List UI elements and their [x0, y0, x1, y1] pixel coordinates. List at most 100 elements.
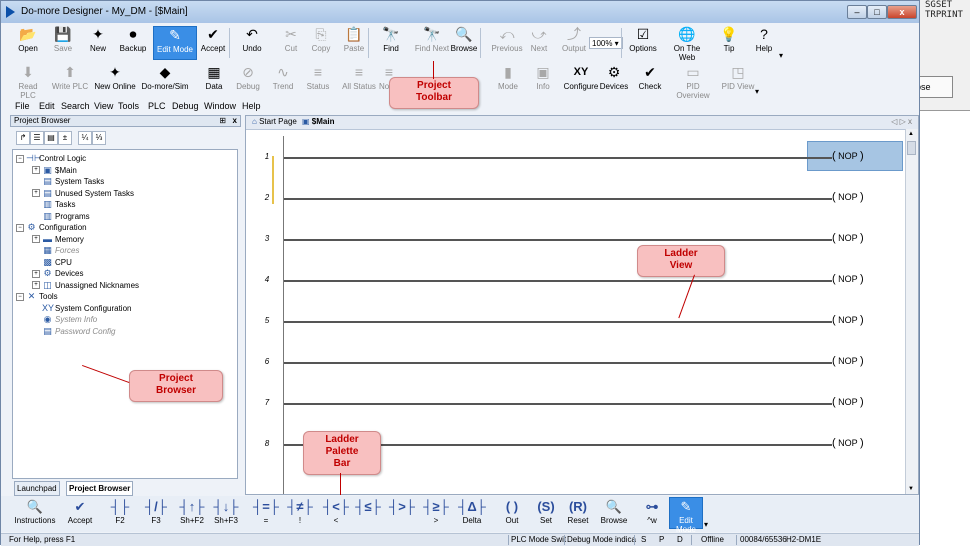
expand-icon[interactable]: +: [32, 281, 40, 290]
close-button[interactable]: x: [887, 5, 917, 19]
menu-tools[interactable]: Tools: [118, 101, 139, 111]
palette-button-0[interactable]: 🔍 Instructions: [13, 498, 57, 525]
toolbar-button-12[interactable]: 🔍 Browse: [447, 26, 481, 60]
close-icon[interactable]: x: [233, 116, 237, 125]
toolbar-button-3[interactable]: ⏺ Backup: [116, 26, 150, 60]
palette-button-14[interactable]: (S) Set: [529, 498, 563, 525]
palette-button-4[interactable]: ┤↑├ Sh+F2: [175, 498, 209, 525]
menu-file[interactable]: File: [15, 101, 30, 111]
palette-button-16[interactable]: 🔍 Browse: [597, 498, 631, 525]
pin-icon[interactable]: ⊞: [219, 116, 226, 125]
plc-toolbar-button-7[interactable]: ≡ Status: [301, 64, 335, 96]
tree-item[interactable]: + ⚙ Devices: [32, 268, 83, 279]
tree-item[interactable]: ▩ CPU: [32, 257, 72, 268]
collapse-icon[interactable]: −: [16, 154, 24, 163]
tree-item[interactable]: + ◫ Unassigned Nicknames: [32, 280, 139, 291]
nop-instruction[interactable]: ( NOP ): [832, 314, 864, 326]
palette-button-15[interactable]: (R) Reset: [561, 498, 595, 525]
plc-toolbar-button-0[interactable]: ⬇ Read PLC: [11, 64, 45, 100]
tree-item[interactable]: + ▣ $Main: [32, 165, 77, 176]
tab-main[interactable]: ▣ $Main: [302, 117, 334, 126]
toolbar-button-1[interactable]: 💾 Save: [46, 26, 80, 60]
toolbar-button-9[interactable]: 📋 Paste: [337, 26, 371, 60]
menu-debug[interactable]: Debug: [172, 101, 199, 111]
menu-edit[interactable]: Edit: [39, 101, 55, 111]
plc-toolbar-button-5[interactable]: ⊘ Debug: [231, 64, 265, 96]
menu-help[interactable]: Help: [242, 101, 261, 111]
minimize-button[interactable]: –: [847, 5, 867, 19]
tab-launchpad[interactable]: Launchpad: [14, 481, 60, 496]
toolbar-button-6[interactable]: ↶ Undo: [235, 26, 269, 60]
browser-tool-0[interactable]: ↱: [16, 131, 30, 145]
scroll-down-icon[interactable]: ▼: [908, 486, 914, 492]
plc-toolbar-button-3[interactable]: ◆ Do-more/Sim: [141, 64, 189, 96]
tab-project-browser[interactable]: Project Browser: [66, 481, 134, 496]
palette-chevron-icon[interactable]: ▾: [704, 520, 708, 529]
toolbar-button-5[interactable]: ✔ Accept: [196, 26, 230, 60]
browser-tool-2[interactable]: ▤: [44, 131, 58, 145]
browser-tool-1[interactable]: ☰: [30, 131, 44, 145]
toolbar-button-18[interactable]: 💡 Tip: [712, 26, 746, 60]
nop-instruction[interactable]: ( NOP ): [832, 191, 864, 203]
menu-window[interactable]: Window: [204, 101, 236, 111]
collapse-icon[interactable]: −: [16, 223, 24, 232]
tree-item[interactable]: ◉ System Info: [32, 314, 98, 325]
menu-search[interactable]: Search: [61, 101, 90, 111]
tree-item[interactable]: − ✕ Tools: [16, 291, 58, 302]
nop-instruction[interactable]: ( NOP ): [832, 355, 864, 367]
toolbar-button-4[interactable]: ✎ Edit Mode: [153, 26, 197, 60]
toolbar-button-0[interactable]: 📂 Open: [11, 26, 45, 60]
expand-icon[interactable]: +: [32, 235, 40, 244]
pid-view-chevron-icon[interactable]: ▾: [755, 87, 759, 96]
tree-item[interactable]: − ⚙ Configuration: [16, 222, 87, 233]
palette-button-2[interactable]: ┤├ F2: [103, 498, 137, 525]
toolbar-button-15[interactable]: ⤴ Output: [557, 26, 591, 60]
tree-item[interactable]: + ▬ Memory: [32, 234, 84, 244]
plc-toolbar-button-10[interactable]: ▮ Mode: [491, 64, 525, 96]
tree-item[interactable]: ▤ System Tasks: [32, 176, 104, 187]
tab-start-page[interactable]: ⌂ Start Page: [252, 117, 297, 126]
maximize-button[interactable]: □: [867, 5, 887, 19]
plc-toolbar-button-11[interactable]: ▣ Info: [526, 64, 560, 96]
tree-item[interactable]: ▥ Tasks: [32, 199, 75, 210]
tree-item[interactable]: − ⊣⊢Control Logic: [16, 153, 86, 164]
tree-item[interactable]: ▦ Forces: [32, 245, 79, 256]
scroll-up-icon[interactable]: ▲: [908, 131, 914, 137]
tab-navigation[interactable]: ◁ ▷ x: [891, 117, 912, 126]
toolbar-button-19[interactable]: ? Help: [747, 26, 781, 60]
help-chevron-icon[interactable]: ▾: [779, 51, 783, 60]
plc-toolbar-button-13[interactable]: ⚙ Devices: [597, 64, 631, 96]
palette-button-3[interactable]: ┤/├ F3: [139, 498, 173, 525]
nop-instruction[interactable]: ( NOP ): [832, 273, 864, 285]
toolbar-button-16[interactable]: ☑ Options: [626, 26, 660, 60]
collapse-icon[interactable]: −: [16, 292, 24, 301]
browser-tool-5[interactable]: ⅓: [92, 131, 106, 145]
palette-button-5[interactable]: ┤↓├ Sh+F3: [209, 498, 243, 525]
plc-toolbar-button-14[interactable]: ✔ Check: [633, 64, 667, 96]
plc-toolbar-button-15[interactable]: ▭ PID Overview: [669, 64, 717, 100]
menu-plc[interactable]: PLC: [148, 101, 166, 111]
palette-button-8[interactable]: ┤<├ <: [319, 498, 353, 525]
nop-instruction[interactable]: ( NOP ): [832, 396, 864, 408]
palette-button-17[interactable]: ⊶ ^w: [635, 498, 669, 525]
palette-button-9[interactable]: ┤≤├: [351, 498, 385, 516]
plc-toolbar-button-16[interactable]: ◳ PID View: [721, 64, 755, 96]
palette-button-1[interactable]: ✔ Accept: [63, 498, 97, 525]
palette-button-13[interactable]: ( ) Out: [495, 498, 529, 525]
vertical-scrollbar[interactable]: ▲ ▼: [905, 129, 918, 494]
scroll-thumb[interactable]: [907, 141, 916, 155]
palette-button-6[interactable]: ┤=├ =: [249, 498, 283, 525]
plc-toolbar-button-2[interactable]: ✦ New Online: [91, 64, 139, 96]
plc-toolbar-button-6[interactable]: ∿ Trend: [266, 64, 300, 96]
toolbar-button-17[interactable]: 🌐 On The Web: [665, 26, 709, 62]
nop-instruction[interactable]: ( NOP ): [832, 437, 864, 449]
zoom-dropdown[interactable]: 100% ▾: [589, 37, 623, 49]
tree-item[interactable]: XYSystem Configuration: [32, 303, 131, 313]
browser-tool-4[interactable]: ¼: [78, 131, 92, 145]
nop-instruction[interactable]: ( NOP ): [832, 150, 864, 162]
palette-button-18[interactable]: ✎ Edit Mode: [669, 497, 703, 534]
toolbar-button-10[interactable]: 🔭 Find: [374, 26, 408, 60]
tree-item[interactable]: + ▤ Unused System Tasks: [32, 188, 134, 199]
browser-tool-3[interactable]: ±: [58, 131, 72, 145]
nop-instruction[interactable]: ( NOP ): [832, 232, 864, 244]
